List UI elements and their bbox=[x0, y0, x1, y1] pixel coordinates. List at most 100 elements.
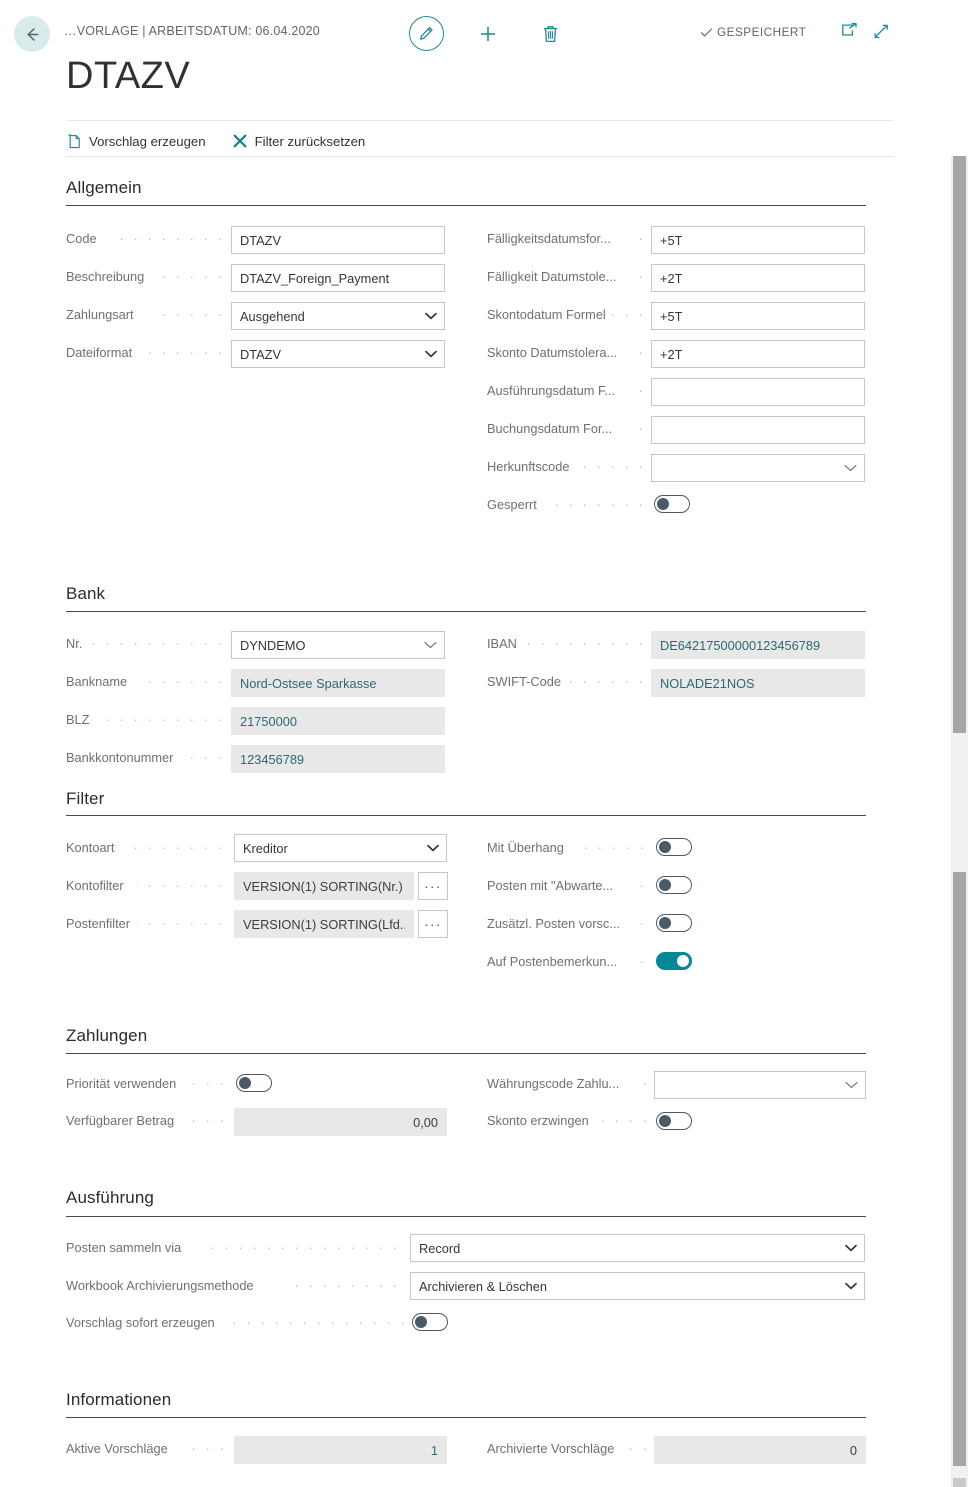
field-faelligkeitsdatumsformel[interactable]: +5T bbox=[651, 226, 865, 254]
section-rule-filter bbox=[66, 815, 866, 816]
section-rule-allgemein bbox=[66, 205, 866, 206]
toggle-vorschlag-sofort-erzeugen[interactable] bbox=[412, 1313, 448, 1331]
action-vorschlag-erzeugen[interactable]: Vorschlag erzeugen bbox=[66, 132, 206, 150]
field-bank-nr[interactable]: DYNDEMO bbox=[231, 631, 445, 659]
label-iban: IBAN bbox=[487, 636, 517, 651]
field-herkunftscode[interactable] bbox=[651, 454, 865, 482]
leader-dots: · bbox=[638, 347, 646, 359]
label-kontoart: Kontoart bbox=[66, 840, 115, 855]
label-faelligkeitsdatumsformel: Fälligkeitsdatumsfor... bbox=[487, 231, 611, 246]
label-posten-mit-abwarten: Posten mit "Abwarte... bbox=[487, 878, 614, 893]
leader-dots: · · · · bbox=[190, 1078, 227, 1090]
label-prioritaet-verwenden: Priorität verwenden bbox=[66, 1076, 177, 1091]
label-skonto-datumstoleranz: Skonto Datumstolera... bbox=[487, 345, 618, 360]
leader-dots: · · · · · · bbox=[597, 1115, 650, 1127]
leader-dots: · · · · · · · · · · · · · bbox=[285, 1280, 400, 1292]
field-dateiformat[interactable]: DTAZV bbox=[231, 340, 445, 368]
label-aktive-vorschlaege: Aktive Vorschläge bbox=[66, 1441, 168, 1456]
kontofilter-ellipsis-button[interactable]: ··· bbox=[418, 872, 448, 900]
field-code[interactable]: DTAZV bbox=[231, 226, 445, 254]
leader-dots: · · · · · · · · bbox=[577, 842, 647, 854]
label-skonto-erzwingen: Skonto erzwingen bbox=[487, 1113, 589, 1128]
field-zahlungsart[interactable]: Ausgehend bbox=[231, 302, 445, 330]
expand-fullscreen-button[interactable] bbox=[872, 22, 892, 42]
label-code: Code bbox=[66, 231, 97, 246]
section-title-filter: Filter bbox=[66, 789, 105, 808]
field-waehrungscode-zahlung[interactable] bbox=[654, 1071, 866, 1099]
new-button[interactable] bbox=[474, 20, 502, 48]
chevron-down-icon bbox=[425, 341, 437, 367]
label-skontodatum-formel: Skontodatum Formel bbox=[487, 307, 606, 322]
action-vorschlag-erzeugen-label: Vorschlag erzeugen bbox=[89, 133, 206, 149]
back-button[interactable] bbox=[14, 16, 50, 52]
action-filter-zuruecksetzen[interactable]: Filter zurücksetzen bbox=[232, 132, 365, 150]
leader-dots: · · · · · · · · · · · · · · · · bbox=[92, 638, 225, 650]
leader-dots: · · · · · · · · · bbox=[150, 309, 225, 321]
vertical-scrollbar-thumb-bottom[interactable] bbox=[953, 1478, 966, 1487]
field-workbook-archivierungsmethode[interactable]: Archivieren & Löschen bbox=[410, 1272, 865, 1300]
field-kontoart[interactable]: Kreditor bbox=[234, 834, 447, 862]
vertical-scrollbar-thumb-lower[interactable] bbox=[953, 872, 966, 1466]
label-herkunftscode: Herkunftscode bbox=[487, 459, 570, 474]
field-verfuegbarer-betrag: 0,00 bbox=[234, 1108, 447, 1136]
label-kontofilter: Kontofilter bbox=[66, 878, 124, 893]
chevron-down-lookup-icon bbox=[424, 632, 437, 658]
toggle-knob bbox=[415, 1315, 427, 1328]
divider-top bbox=[66, 120, 894, 121]
field-kontofilter: VERSION(1) SORTING(Nr.) bbox=[234, 872, 414, 900]
leader-dots: · · · · · · · · · · · bbox=[553, 499, 646, 511]
leader-dots: · · · · · bbox=[190, 1443, 227, 1455]
arrow-left-icon bbox=[26, 27, 38, 41]
chevron-down-icon bbox=[845, 1273, 857, 1299]
section-title-zahlungen: Zahlungen bbox=[66, 1026, 148, 1045]
chevron-down-lookup-icon bbox=[845, 1072, 858, 1098]
label-dateiformat: Dateiformat bbox=[66, 345, 133, 360]
field-buchungsdatum-formel[interactable] bbox=[651, 416, 865, 444]
toggle-knob bbox=[659, 1114, 671, 1127]
action-bar: Vorschlag erzeugen Filter zurücksetzen bbox=[66, 128, 365, 154]
field-bankkontonummer: 123456789 bbox=[231, 745, 445, 773]
toggle-knob bbox=[677, 954, 689, 967]
label-faelligkeit-datumstoleranz: Fälligkeit Datumstole... bbox=[487, 269, 617, 284]
trash-icon bbox=[543, 26, 557, 43]
leader-dots: · · bbox=[628, 1443, 650, 1455]
new-document-icon bbox=[66, 132, 82, 150]
field-posten-sammeln-via[interactable]: Record bbox=[410, 1234, 865, 1262]
open-in-new-window-button[interactable] bbox=[840, 22, 860, 42]
label-ausfuehrungsdatum-formel: Ausführungsdatum F... bbox=[487, 383, 616, 398]
edit-button[interactable] bbox=[409, 16, 444, 51]
field-skonto-datumstoleranz[interactable]: +2T bbox=[651, 340, 865, 368]
page-title: DTAZV bbox=[66, 55, 191, 97]
field-blz: 21750000 bbox=[231, 707, 445, 735]
toggle-prioritaet-verwenden[interactable] bbox=[236, 1074, 272, 1092]
label-mit-ueberhang: Mit Überhang bbox=[487, 840, 564, 855]
label-buchungsdatum-formel: Buchungsdatum For... bbox=[487, 421, 613, 436]
clear-filter-x-icon bbox=[232, 132, 248, 150]
label-blz: BLZ bbox=[66, 712, 90, 727]
field-skontodatum-formel[interactable]: +5T bbox=[651, 302, 865, 330]
toggle-skonto-erzwingen[interactable] bbox=[656, 1112, 692, 1130]
field-ausfuehrungsdatum-formel[interactable] bbox=[651, 378, 865, 406]
divider-below-actions bbox=[66, 156, 894, 157]
status-badge: GESPEICHERT bbox=[700, 25, 806, 39]
toggle-auf-postenbemerkung[interactable] bbox=[656, 952, 692, 970]
vertical-scrollbar-thumb[interactable] bbox=[953, 156, 966, 733]
dtazv-payment-proposal-page: …VORLAGE | ARBEITSDATUM: 06.04.2020 GESP… bbox=[0, 0, 968, 1487]
toggle-knob bbox=[239, 1076, 251, 1089]
toggle-posten-mit-abwarten[interactable] bbox=[656, 876, 692, 894]
toggle-gesperrt[interactable] bbox=[654, 495, 690, 513]
field-faelligkeit-datumstoleranz[interactable]: +2T bbox=[651, 264, 865, 292]
label-zahlungsart: Zahlungsart bbox=[66, 307, 134, 322]
toggle-mit-ueberhang[interactable] bbox=[656, 838, 692, 856]
status-badge-label: GESPEICHERT bbox=[717, 25, 807, 39]
label-swift-code: SWIFT-Code bbox=[487, 674, 561, 689]
postenfilter-ellipsis-button[interactable]: ··· bbox=[418, 910, 448, 938]
chevron-down-icon bbox=[427, 835, 439, 861]
label-postenfilter: Postenfilter bbox=[66, 916, 131, 931]
field-beschreibung[interactable]: DTAZV_Foreign_Payment bbox=[231, 264, 445, 292]
delete-button[interactable] bbox=[537, 20, 563, 48]
breadcrumb[interactable]: …VORLAGE | ARBEITSDATUM: 06.04.2020 bbox=[64, 24, 320, 38]
section-title-allgemein: Allgemein bbox=[66, 178, 142, 197]
section-title-ausfuehrung: Ausführung bbox=[66, 1188, 154, 1207]
toggle-zusaetzl-posten-vorschlagen[interactable] bbox=[656, 914, 692, 932]
